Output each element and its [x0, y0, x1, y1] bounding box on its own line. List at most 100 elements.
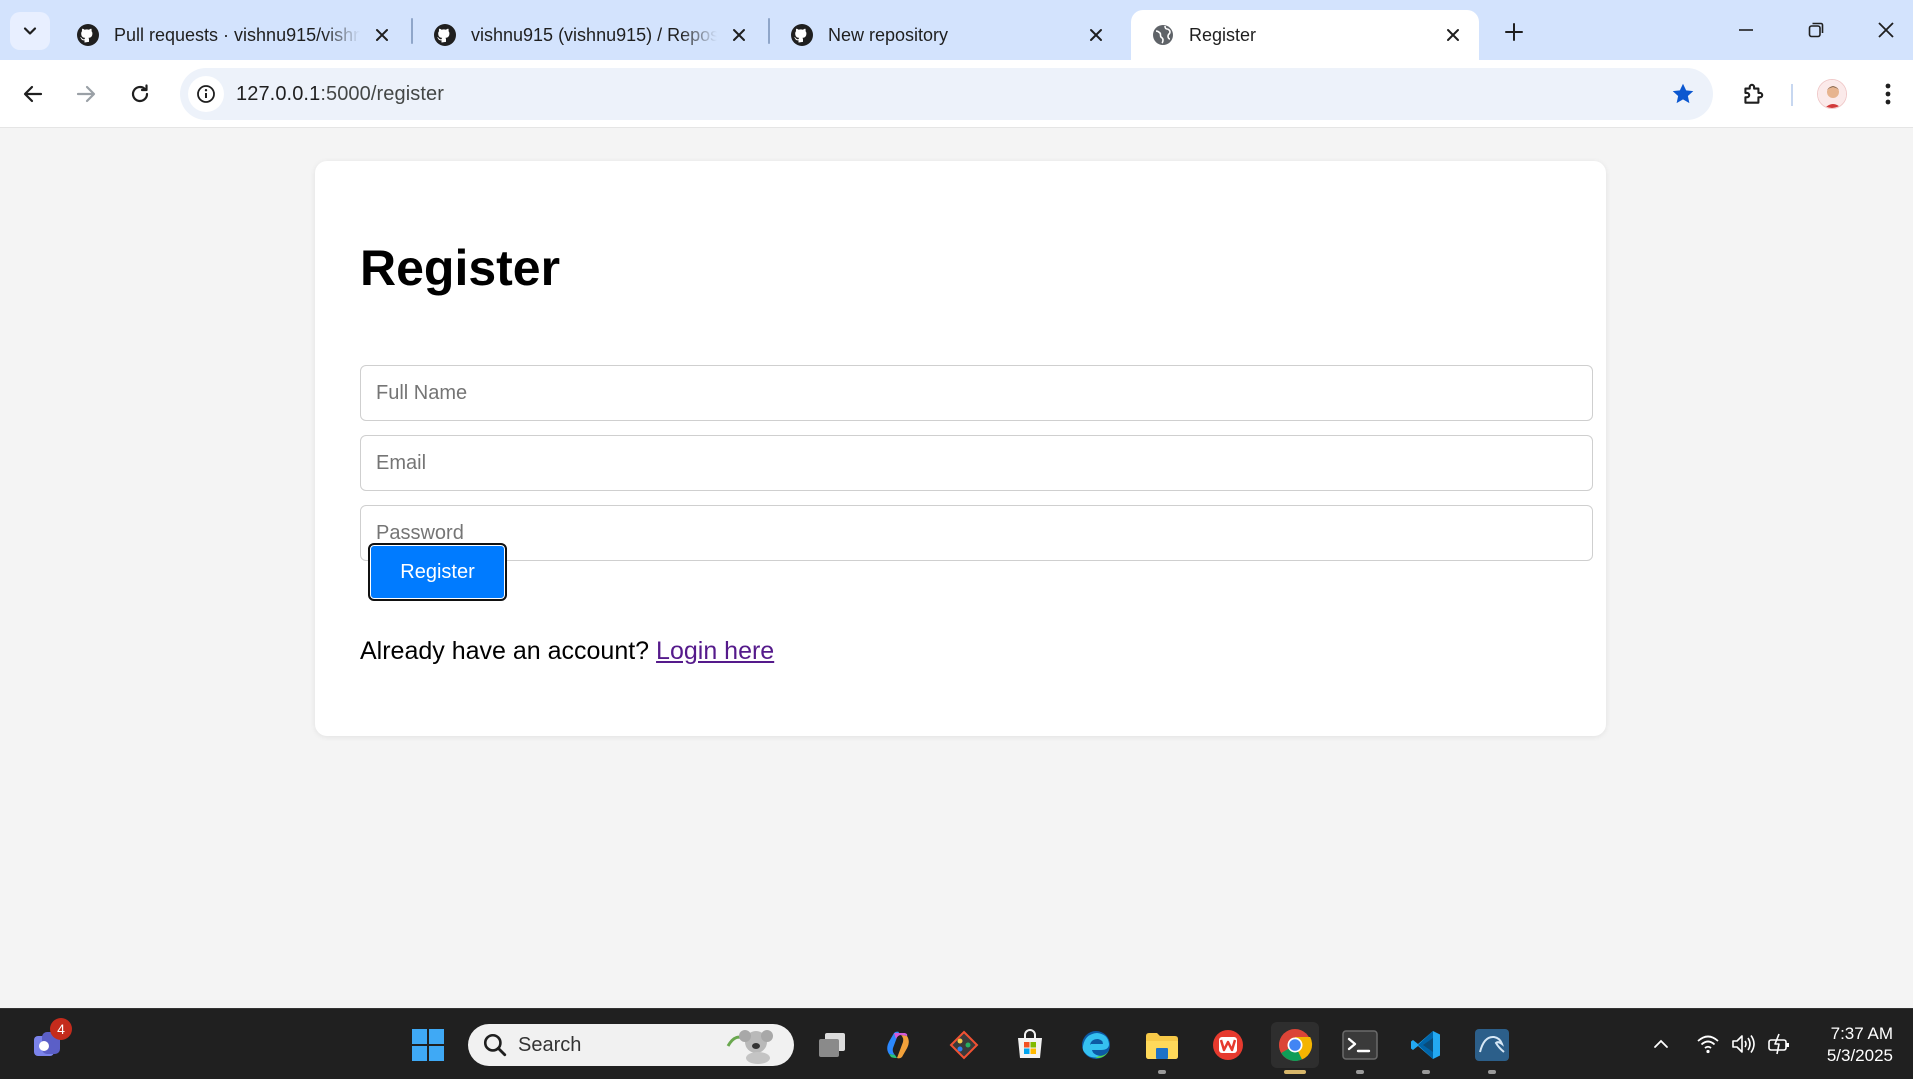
close-tab-button[interactable]	[1084, 23, 1108, 47]
tab-register[interactable]: Register	[1131, 10, 1479, 60]
tab-pull-requests[interactable]: Pull requests · vishnu915/vishnu915	[56, 10, 408, 60]
battery-button[interactable]	[1765, 1029, 1795, 1059]
reload-icon	[131, 84, 149, 103]
active-indicator	[1284, 1070, 1306, 1074]
tab-title: New repository	[828, 24, 949, 45]
bookmark-button[interactable]	[1667, 78, 1699, 110]
browser-toolbar: 127.0.0.1:5000/register	[0, 60, 1913, 128]
restore-icon	[1808, 22, 1824, 38]
file-explorer-icon	[1146, 1033, 1178, 1059]
copilot-icon	[887, 1031, 909, 1059]
login-prompt: Already have an account? Login here	[360, 637, 774, 666]
terminal-icon	[1342, 1030, 1378, 1060]
page-title: Register	[360, 240, 561, 296]
terminal-button[interactable]	[1337, 1022, 1383, 1074]
vscode-button[interactable]	[1403, 1022, 1449, 1074]
url-text: 127.0.0.1:5000/register	[236, 83, 444, 106]
restore-button[interactable]	[1796, 10, 1836, 50]
tab-search-button[interactable]	[10, 12, 50, 50]
store-icon	[1018, 1029, 1042, 1058]
url-host: 127.0.0.1	[236, 83, 321, 105]
taskbar-search[interactable]: Search	[468, 1024, 794, 1066]
close-icon	[1447, 29, 1459, 41]
tab-strip: Pull requests · vishnu915/vishnu915 vish…	[0, 0, 1913, 60]
more-vertical-icon	[1885, 83, 1891, 105]
back-button[interactable]	[13, 74, 53, 114]
clock-date: 5/3/2025	[1826, 1046, 1893, 1065]
login-prompt-text: Already have an account?	[360, 637, 650, 665]
close-icon	[733, 29, 745, 41]
avatar	[1817, 79, 1847, 109]
close-icon	[376, 29, 388, 41]
task-view-button[interactable]	[809, 1022, 855, 1068]
close-tab-button[interactable]	[1441, 23, 1465, 47]
tab-title: Register	[1189, 24, 1257, 45]
koala-search-highlight-icon	[726, 1030, 773, 1064]
teams-button[interactable]: 4	[24, 1018, 72, 1068]
profile-button[interactable]	[1812, 74, 1852, 114]
star-filled-icon	[1672, 83, 1694, 104]
register-button[interactable]: Register	[368, 543, 507, 601]
edge-button[interactable]	[1073, 1022, 1119, 1068]
register-card: Register Register Already have an accoun…	[315, 161, 1606, 736]
show-hidden-icons-button[interactable]	[1646, 1029, 1676, 1059]
reload-button[interactable]	[120, 74, 160, 114]
password-field[interactable]	[360, 505, 1593, 561]
chrome-button[interactable]	[1271, 1022, 1319, 1074]
close-icon	[1878, 22, 1894, 38]
wps-office-button[interactable]	[1205, 1022, 1251, 1068]
volume-icon	[1732, 1035, 1755, 1053]
minimize-icon	[1739, 29, 1753, 31]
close-tab-button[interactable]	[727, 23, 751, 47]
running-indicator	[1422, 1070, 1430, 1074]
extensions-button[interactable]	[1733, 74, 1773, 114]
file-explorer-button[interactable]	[1139, 1022, 1185, 1074]
plus-icon	[1505, 23, 1523, 41]
info-icon	[197, 85, 215, 103]
clock-time: 7:37 AM	[1830, 1024, 1893, 1043]
minimize-button[interactable]	[1726, 10, 1766, 50]
chrome-icon	[1279, 1029, 1313, 1061]
copilot-button[interactable]	[875, 1022, 921, 1068]
profile-avatar-icon	[1818, 80, 1846, 108]
task-view-icon	[819, 1033, 845, 1057]
new-tab-button[interactable]	[1496, 14, 1532, 50]
address-bar[interactable]: 127.0.0.1:5000/register	[180, 68, 1713, 120]
github-icon	[791, 24, 813, 46]
git-button[interactable]	[941, 1022, 987, 1068]
vscode-icon	[1411, 1031, 1440, 1059]
chrome-menu-button[interactable]	[1868, 74, 1908, 114]
microsoft-store-button[interactable]	[1007, 1022, 1053, 1068]
close-tab-button[interactable]	[370, 23, 394, 47]
close-icon	[1090, 29, 1102, 41]
tab-repositories[interactable]: vishnu915 (vishnu915) / Repositories	[413, 10, 765, 60]
chevron-up-icon	[1654, 1039, 1668, 1048]
tab-title: vishnu915 (vishnu915) / Repositories	[471, 24, 717, 45]
login-link[interactable]: Login here	[656, 637, 774, 665]
wps-icon	[1213, 1030, 1243, 1060]
mysql-workbench-button[interactable]	[1469, 1022, 1515, 1074]
tab-new-repository[interactable]: New repository	[770, 10, 1122, 60]
url-path: :5000/register	[320, 83, 445, 105]
puzzle-icon	[1744, 83, 1764, 104]
volume-button[interactable]	[1729, 1029, 1759, 1059]
page-viewport: Register Register Already have an accoun…	[0, 129, 1913, 1008]
github-icon	[77, 24, 99, 46]
edge-icon	[1082, 1031, 1110, 1059]
email-field[interactable]	[360, 435, 1593, 491]
toolbar-divider	[1791, 84, 1793, 106]
notification-badge: 4	[50, 1018, 72, 1040]
chevron-down-icon	[23, 27, 37, 35]
forward-button[interactable]	[66, 74, 106, 114]
site-info-button[interactable]	[188, 76, 224, 112]
close-window-button[interactable]	[1866, 10, 1906, 50]
network-button[interactable]	[1693, 1029, 1723, 1059]
taskbar: 4 Search 7:37 AM 5/3/2025	[0, 1008, 1913, 1079]
full-name-field[interactable]	[360, 365, 1593, 421]
running-indicator	[1158, 1070, 1166, 1074]
globe-icon	[1153, 25, 1173, 45]
system-clock[interactable]: 7:37 AM 5/3/2025	[1827, 1023, 1893, 1067]
running-indicator	[1488, 1070, 1496, 1074]
start-button[interactable]	[405, 1022, 451, 1068]
github-icon	[434, 24, 456, 46]
